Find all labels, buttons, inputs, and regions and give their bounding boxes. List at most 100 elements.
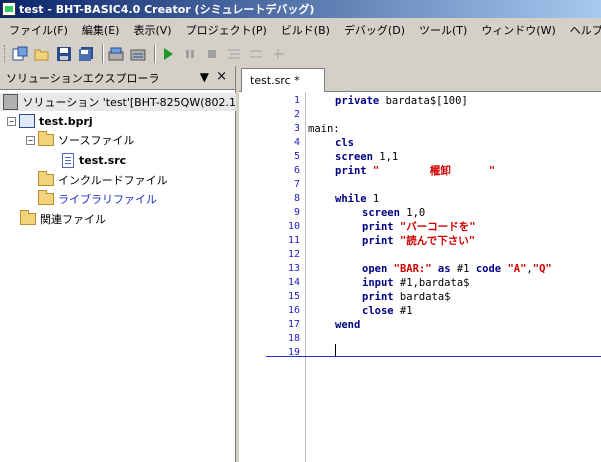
code-text: bardata$ [393, 291, 451, 303]
save-all-icon[interactable] [77, 45, 95, 63]
code-keyword: open [362, 263, 388, 275]
code-text: bardata$[100] [379, 95, 468, 107]
line-number: 18 [287, 333, 300, 344]
explorer-title: ソリューションエクスプローラ [6, 71, 160, 85]
code-keyword: print [362, 221, 394, 233]
folder-icon [20, 210, 36, 225]
code-keyword: close [362, 305, 394, 317]
line-number: 9 [293, 207, 300, 218]
code-keyword: print [362, 235, 394, 247]
line-number: 12 [287, 249, 300, 260]
stop-icon[interactable] [203, 45, 221, 63]
tree-item-library-folder[interactable]: ライブラリファイル [38, 190, 157, 208]
open-folder-icon[interactable] [33, 45, 51, 63]
toolbar-grip[interactable] [4, 45, 7, 63]
gutter-divider [305, 92, 306, 462]
title-bar: test - BHT-BASIC4.0 Creator (シミュレートデバッグ) [0, 0, 601, 18]
related-folder-label: 関連ファイル [40, 213, 106, 226]
code-string: " 櫂卸 " [366, 165, 496, 177]
code-line: screen 1,0 [362, 206, 425, 220]
menu-build[interactable]: ビルド(B) [274, 22, 337, 38]
save-icon[interactable] [55, 45, 73, 63]
app-icon[interactable] [2, 2, 16, 16]
code-line: print "読んで下さい" [362, 234, 475, 248]
menu-help[interactable]: ヘルプ(H) [563, 22, 601, 38]
menu-project[interactable]: プロジェクト(P) [179, 22, 274, 38]
code-keyword: screen [362, 207, 400, 219]
line-number: 14 [287, 277, 300, 288]
tree-item-source-file[interactable]: test.src [62, 151, 126, 169]
menu-view[interactable]: 表示(V) [126, 22, 178, 38]
new-project-icon[interactable] [11, 45, 29, 63]
code-line: open "BAR:" as #1 code "A","Q" [362, 262, 552, 276]
code-line: wend [335, 318, 360, 332]
collapse-icon[interactable]: − [7, 116, 16, 126]
menu-file[interactable]: ファイル(F) [2, 22, 75, 38]
menu-bar: ファイル(F) 編集(E) 表示(V) プロジェクト(P) ビルド(B) デバッ… [0, 18, 601, 42]
code-keyword: screen [335, 151, 373, 163]
tree-item-source-folder[interactable]: − ソースファイル [26, 131, 134, 149]
folder-open-icon [38, 131, 54, 146]
code-keyword: while [335, 193, 367, 205]
line-number: 7 [293, 179, 300, 190]
tab-label: test.src * [250, 74, 300, 87]
project-label: test.bprj [39, 114, 93, 128]
line-number: 11 [287, 235, 300, 246]
rebuild-icon[interactable] [129, 45, 147, 63]
collapse-icon[interactable]: − [26, 135, 35, 145]
code-line: while 1 [335, 192, 379, 206]
code-text: #1 [393, 305, 413, 317]
menu-debug[interactable]: デバッグ(D) [337, 22, 412, 38]
close-icon[interactable]: × [216, 69, 227, 84]
line-number: 8 [293, 193, 300, 204]
tab-test-src[interactable]: test.src * [241, 68, 325, 92]
code-line: close #1 [362, 304, 413, 318]
source-file-icon [62, 152, 74, 168]
code-editor: test.src * 1 2 3 4 5 6 7 8 9 10 11 12 13… [239, 66, 601, 462]
line-number: 17 [287, 319, 300, 330]
code-line: print bardata$ [362, 290, 451, 304]
code-line: print " 櫂卸 " [335, 164, 495, 178]
tree-item-project[interactable]: − test.bprj [7, 112, 93, 130]
code-text: #1,bardata$ [393, 277, 470, 289]
line-number: 2 [293, 109, 300, 120]
code-line: print "バーコードを" [362, 220, 476, 234]
code-area[interactable]: 1 2 3 4 5 6 7 8 9 10 11 12 13 14 15 16 1… [239, 92, 601, 462]
code-line: screen 1,1 [335, 150, 398, 164]
menu-tools[interactable]: ツール(T) [412, 22, 474, 38]
step-into-icon[interactable] [225, 45, 243, 63]
tree-item-include-folder[interactable]: インクルードファイル [38, 171, 168, 189]
tree-item-related-folder[interactable]: 関連ファイル [20, 210, 106, 228]
step-out-icon[interactable] [269, 45, 287, 63]
menu-window[interactable]: ウィンドウ(W) [474, 22, 562, 38]
step-over-icon[interactable] [247, 45, 265, 63]
tree-item-solution[interactable]: ソリューション 'test'[BHT-825QW(802.1 [0, 93, 236, 111]
line-number-gutter: 1 2 3 4 5 6 7 8 9 10 11 12 13 14 15 16 1… [239, 92, 311, 462]
line-number: 15 [287, 291, 300, 302]
pause-icon[interactable] [181, 45, 199, 63]
toolbar-separator [102, 45, 104, 63]
toolbar-separator [154, 45, 156, 63]
line-number: 4 [293, 137, 300, 148]
include-folder-label: インクルードファイル [58, 174, 168, 187]
run-icon[interactable] [159, 45, 177, 63]
code-text: 1,0 [399, 207, 426, 219]
window-title: test - BHT-BASIC4.0 Creator (シミュレートデバッグ) [19, 3, 315, 16]
code-string: "Q" [532, 263, 552, 275]
build-icon[interactable] [107, 45, 125, 63]
solution-icon [3, 94, 19, 110]
code-text: #1 [450, 263, 476, 275]
code-keyword: input [362, 277, 394, 289]
code-string: "BAR:" [387, 263, 432, 275]
code-text: 1 [366, 193, 380, 205]
solution-explorer: ソリューションエクスプローラ ▼ × ソリューション 'test'[BHT-82… [0, 66, 236, 462]
menu-edit[interactable]: 編集(E) [75, 22, 127, 38]
code-line: private bardata$[100] [335, 94, 468, 108]
project-icon [19, 114, 35, 128]
explorer-header: ソリューションエクスプローラ ▼ × [0, 66, 235, 90]
code-keyword: print [335, 165, 367, 177]
dropdown-icon[interactable]: ▼ [200, 70, 209, 84]
folder-icon [38, 190, 54, 205]
code-text: 1,1 [372, 151, 399, 163]
line-number: 19 [287, 347, 300, 358]
